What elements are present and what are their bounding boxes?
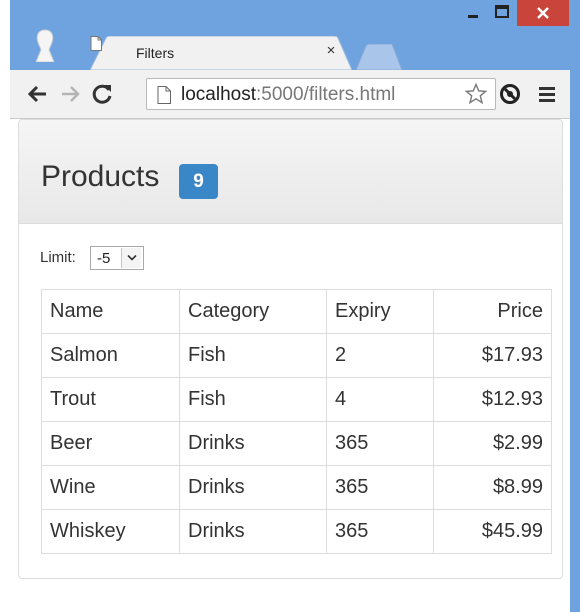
- cell-price: $45.99: [433, 509, 552, 554]
- table-header-row: Name Category Expiry Price: [41, 289, 552, 334]
- cell-category: Drinks: [179, 465, 327, 510]
- cell-category: Drinks: [179, 421, 327, 466]
- limit-value: -5: [97, 250, 111, 267]
- forward-icon[interactable]: [56, 80, 84, 108]
- tab-filters[interactable]: Filters ×: [90, 36, 352, 70]
- cell-price: $8.99: [433, 465, 552, 510]
- page-viewport: Products 9 Limit: -5 Name Category Expir…: [10, 119, 570, 612]
- url-host: localhost: [181, 84, 256, 105]
- cell-name: Whiskey: [41, 509, 180, 554]
- minimize-icon[interactable]: [459, 0, 487, 26]
- page-title: Products: [41, 160, 160, 193]
- cell-category: Fish: [179, 377, 327, 422]
- table-row: Wine Drinks 365 $8.99: [41, 465, 552, 510]
- cell-expiry: 365: [326, 465, 434, 510]
- extension-icon[interactable]: [498, 82, 522, 106]
- browser-toolbar: localhost:5000/filters.html: [10, 70, 570, 119]
- maximize-icon[interactable]: [487, 0, 517, 26]
- column-header-category: Category: [179, 289, 327, 334]
- table-row: Whiskey Drinks 365 $45.99: [41, 509, 552, 554]
- cell-name: Trout: [41, 377, 180, 422]
- bookmark-star-icon[interactable]: [465, 83, 487, 105]
- profile-icon[interactable]: [32, 28, 58, 62]
- new-tab-button[interactable]: [356, 44, 402, 70]
- cell-name: Beer: [41, 421, 180, 466]
- cell-expiry: 2: [326, 333, 434, 378]
- cell-category: Fish: [179, 333, 327, 378]
- menu-icon[interactable]: [536, 83, 558, 105]
- column-header-expiry: Expiry: [326, 289, 434, 334]
- address-bar[interactable]: localhost:5000/filters.html: [146, 78, 496, 110]
- cell-price: $12.93: [433, 377, 552, 422]
- column-header-name: Name: [41, 289, 180, 334]
- cell-expiry: 365: [326, 509, 434, 554]
- page-icon: [90, 36, 102, 51]
- page-icon: [157, 86, 171, 104]
- close-icon[interactable]: [517, 0, 569, 26]
- count-badge: 9: [179, 164, 218, 199]
- table-row: Salmon Fish 2 $17.93: [41, 333, 552, 378]
- products-table: Name Category Expiry Price Salmon Fish 2…: [41, 289, 552, 554]
- tab-title: Filters: [136, 45, 175, 61]
- panel-heading: Products 9: [19, 120, 562, 224]
- cell-name: Salmon: [41, 333, 180, 378]
- tab-close-icon[interactable]: ×: [322, 42, 340, 62]
- browser-window: Filters × localhost:5000/filters.html Pr…: [10, 0, 580, 612]
- table-row: Trout Fish 4 $12.93: [41, 377, 552, 422]
- column-header-price: Price: [433, 289, 552, 334]
- url-path: :5000/filters.html: [256, 84, 396, 105]
- cell-name: Wine: [41, 465, 180, 510]
- products-panel: Products 9 Limit: -5 Name Category Expir…: [18, 119, 563, 579]
- cell-expiry: 4: [326, 377, 434, 422]
- cell-price: $2.99: [433, 421, 552, 466]
- title-bar: Filters ×: [10, 0, 580, 78]
- cell-category: Drinks: [179, 509, 327, 554]
- url-text: localhost:5000/filters.html: [181, 84, 395, 106]
- limit-select[interactable]: -5: [90, 246, 144, 270]
- dropdown-button[interactable]: [121, 248, 141, 268]
- cell-expiry: 365: [326, 421, 434, 466]
- chevron-down-icon: [127, 254, 137, 261]
- back-icon[interactable]: [24, 80, 52, 108]
- cell-price: $17.93: [433, 333, 552, 378]
- limit-label: Limit:: [40, 249, 76, 266]
- table-row: Beer Drinks 365 $2.99: [41, 421, 552, 466]
- reload-icon[interactable]: [88, 80, 116, 108]
